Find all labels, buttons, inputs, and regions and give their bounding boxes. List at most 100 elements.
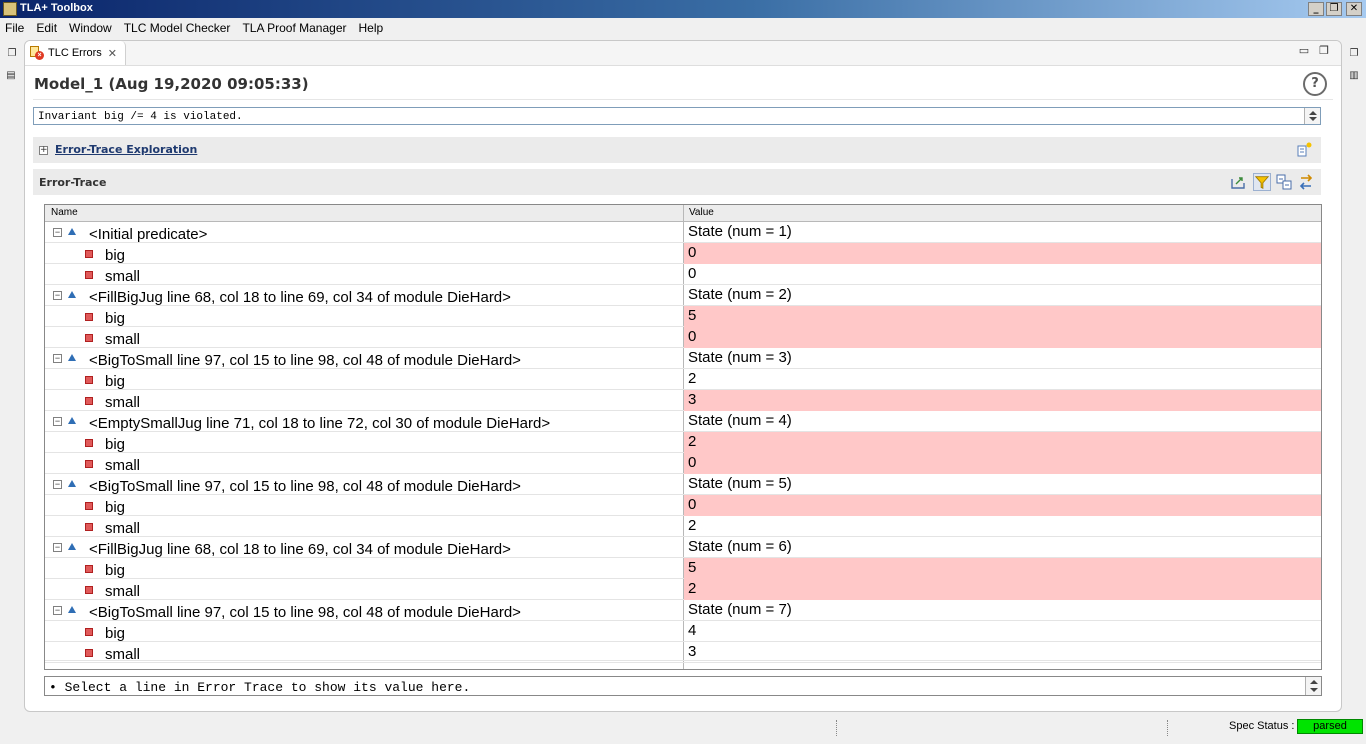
- variable-row[interactable]: big 2: [45, 432, 1321, 453]
- restore-view-icon[interactable]: ❐: [6, 48, 18, 60]
- state-row[interactable]: − <Initial predicate> State (num = 1): [45, 222, 1321, 243]
- status-divider: [1167, 720, 1170, 736]
- name-cell: big: [45, 369, 683, 390]
- value-cell: 0: [684, 495, 1321, 516]
- value-cell: 3: [684, 390, 1321, 411]
- error-trace-label: Error-Trace: [39, 176, 107, 189]
- name-cell: big: [45, 243, 683, 264]
- menu-window[interactable]: Window: [63, 18, 118, 38]
- variable-row[interactable]: small 3: [45, 390, 1321, 411]
- name-cell: small: [45, 327, 683, 348]
- column-header-value[interactable]: Value: [689, 207, 714, 218]
- spec-status-badge[interactable]: parsed: [1297, 719, 1363, 734]
- minimize-view-icon[interactable]: ▭: [1299, 44, 1309, 57]
- variable-icon: [85, 313, 93, 321]
- collapse-toggle-icon[interactable]: −: [53, 480, 62, 489]
- tab-label: TLC Errors: [48, 47, 102, 59]
- collapse-all-icon[interactable]: [1275, 173, 1293, 191]
- collapse-toggle-icon[interactable]: −: [53, 606, 62, 615]
- value-detail-field[interactable]: • Select a line in Error Trace to show i…: [44, 676, 1322, 696]
- collapse-toggle-icon[interactable]: −: [53, 354, 62, 363]
- state-name: <EmptySmallJug line 71, col 18 to line 7…: [89, 415, 551, 432]
- variable-row[interactable]: small 2: [45, 579, 1321, 600]
- variable-row[interactable]: big 0: [45, 243, 1321, 264]
- variable-name: small: [105, 268, 141, 285]
- spec-explorer-icon[interactable]: ▤: [5, 70, 17, 82]
- state-row[interactable]: − <BigToSmall line 97, col 15 to line 98,…: [45, 348, 1321, 369]
- name-cell: big: [45, 495, 683, 516]
- page-title: Model_1 (Aug 19,2020 09:05:33): [34, 75, 309, 93]
- state-name: <BigToSmall line 97, col 15 to line 98, …: [89, 478, 521, 495]
- state-row[interactable]: − <BigToSmall line 97, col 15 to line 98,…: [45, 474, 1321, 495]
- collapse-toggle-icon[interactable]: −: [53, 417, 62, 426]
- menu-help[interactable]: Help: [353, 18, 390, 38]
- error-message-field[interactable]: Invariant big /= 4 is violated.: [33, 107, 1321, 125]
- collapse-toggle-icon[interactable]: −: [53, 543, 62, 552]
- close-tab-icon[interactable]: ✕: [108, 47, 117, 60]
- variable-row[interactable]: big 5: [45, 306, 1321, 327]
- column-header-name[interactable]: Name: [51, 207, 78, 218]
- variable-row[interactable]: big 0: [45, 495, 1321, 516]
- variable-row[interactable]: big 5: [45, 558, 1321, 579]
- menu-tlc-model-checker[interactable]: TLC Model Checker: [118, 18, 237, 38]
- state-name: <BigToSmall line 97, col 15 to line 98, …: [89, 604, 521, 621]
- swap-order-icon[interactable]: [1297, 173, 1315, 191]
- error-message-scroll[interactable]: [1304, 108, 1320, 124]
- variable-row[interactable]: small 0: [45, 453, 1321, 474]
- collapse-toggle-icon[interactable]: −: [53, 228, 62, 237]
- variable-icon: [85, 250, 93, 258]
- left-trim-bar: ❐ ▤: [0, 40, 24, 720]
- right-trim-bar: ❐ ▥: [1342, 40, 1366, 720]
- menu-file[interactable]: File: [0, 18, 30, 38]
- export-trace-icon[interactable]: [1229, 173, 1247, 191]
- value-cell: State (num = 4): [688, 412, 792, 429]
- state-row[interactable]: − <EmptySmallJug line 71, col 18 to line …: [45, 411, 1321, 432]
- expand-toggle-icon[interactable]: +: [39, 146, 48, 155]
- tab-tlc-errors[interactable]: × TLC Errors ✕: [25, 41, 126, 65]
- tlc-errors-view: × TLC Errors ✕ ▭ ❐ Model_1 (Aug 19,2020 …: [24, 40, 1342, 712]
- value-cell: 0: [684, 453, 1321, 474]
- state-icon: [68, 417, 76, 424]
- collapse-toggle-icon[interactable]: −: [53, 291, 62, 300]
- restore-view-icon[interactable]: ❐: [1348, 48, 1360, 60]
- state-row[interactable]: − <FillBigJug line 68, col 18 to line 69,…: [45, 285, 1321, 306]
- variable-row[interactable]: small 0: [45, 327, 1321, 348]
- variable-icon: [85, 376, 93, 384]
- variable-row[interactable]: small 0: [45, 264, 1321, 285]
- variable-icon: [85, 523, 93, 531]
- menu-edit[interactable]: Edit: [30, 18, 63, 38]
- name-cell: big: [45, 621, 683, 642]
- value-cell: 0: [684, 243, 1321, 264]
- minimize-window-button[interactable]: _: [1308, 2, 1324, 16]
- error-message-text: Invariant big /= 4 is violated.: [38, 111, 243, 123]
- state-row[interactable]: − <BigToSmall line 97, col 15 to line 98,…: [45, 600, 1321, 621]
- variable-icon: [85, 565, 93, 573]
- value-cell: 2: [684, 432, 1321, 453]
- variable-row[interactable]: big 2: [45, 369, 1321, 390]
- window-title-bar: TLA+ Toolbox _ ❐ ✕: [0, 0, 1366, 18]
- variable-name: big: [105, 247, 126, 264]
- filter-icon[interactable]: [1253, 173, 1271, 191]
- restore-window-button[interactable]: ❐: [1326, 2, 1342, 16]
- state-row[interactable]: − <FillBigJug line 68, col 18 to line 69,…: [45, 537, 1321, 558]
- value-detail-scroll[interactable]: [1305, 677, 1321, 695]
- variable-row[interactable]: big 4: [45, 621, 1321, 642]
- name-cell: big: [45, 306, 683, 327]
- error-trace-table[interactable]: Name Value − <Initial predicate> State (nu…: [44, 204, 1322, 670]
- value-cell: 2: [688, 517, 697, 534]
- maximize-view-icon[interactable]: ❐: [1319, 44, 1329, 57]
- close-window-button[interactable]: ✕: [1346, 2, 1362, 16]
- menu-tla-proof-manager[interactable]: TLA Proof Manager: [236, 18, 352, 38]
- name-cell: small: [45, 264, 683, 285]
- name-cell: big: [45, 558, 683, 579]
- title-separator: [33, 99, 1333, 100]
- error-trace-exploration-link[interactable]: Error-Trace Exploration: [55, 143, 197, 156]
- value-cell: State (num = 2): [688, 286, 792, 303]
- variable-name: small: [105, 331, 141, 348]
- view-tools: ▭ ❐: [1299, 44, 1329, 57]
- help-icon[interactable]: ?: [1303, 72, 1327, 96]
- variable-row[interactable]: small 2: [45, 516, 1321, 537]
- outline-view-icon[interactable]: ▥: [1348, 70, 1360, 82]
- add-expression-icon[interactable]: [1295, 141, 1313, 159]
- state-name: <BigToSmall line 97, col 15 to line 98, …: [89, 352, 521, 369]
